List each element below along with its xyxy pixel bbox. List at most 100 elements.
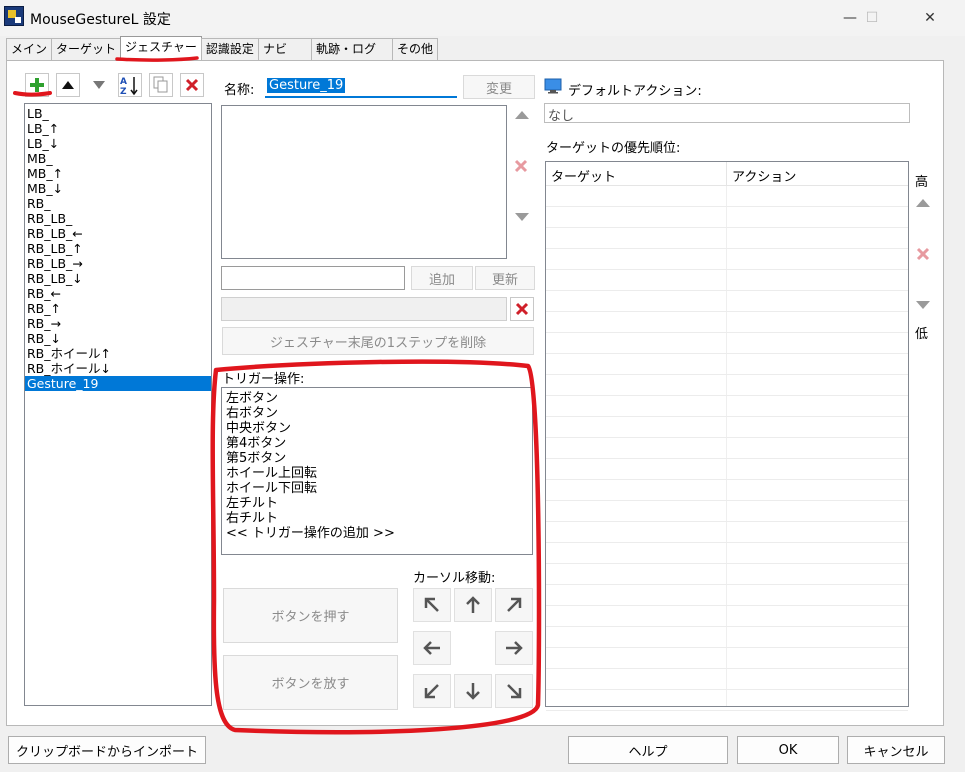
gesture-steps-list[interactable] (221, 105, 507, 259)
trigger-list-item[interactable]: 左ボタン (222, 391, 532, 406)
add-gesture-button[interactable] (25, 73, 49, 97)
column-header-action[interactable]: アクション (732, 166, 796, 185)
gesture-list[interactable]: LB_ LB_↑ LB_↓ MB_ MB_↑ MB_↓ RB_ RB_LB_ RB_LB_← RB… (24, 103, 212, 706)
priority-table[interactable]: ターゲット アクション (545, 161, 909, 711)
tab-other[interactable]: その他 (391, 38, 438, 60)
press-button[interactable]: ボタンを押す (223, 588, 398, 643)
tab-bar: メイン ターゲット ジェスチャー 認識設定 ナビ 軌跡・ログ その他 (6, 36, 438, 61)
cursor-right-button[interactable] (495, 631, 533, 665)
trigger-list-item[interactable]: 左チルト (222, 496, 532, 511)
table-row (546, 207, 908, 228)
cursor-down-button[interactable] (454, 674, 492, 708)
release-button[interactable]: ボタンを放す (223, 655, 398, 710)
move-down-button[interactable] (87, 73, 111, 97)
trigger-list-item[interactable]: ホイール上回転 (222, 466, 532, 481)
gesture-list-item[interactable]: RB_← (25, 286, 211, 301)
sort-az-icon: A Z (120, 77, 138, 96)
ok-button[interactable]: OK (737, 736, 839, 764)
maximize-button[interactable]: ☐ (849, 0, 895, 36)
tab-main[interactable]: メイン (6, 38, 53, 60)
gesture-list-item[interactable]: RB_LB_← (25, 226, 211, 241)
trigger-list-item[interactable]: ホイール下回転 (222, 481, 532, 496)
name-input[interactable]: Gesture_19 (265, 76, 457, 98)
table-row (546, 186, 908, 207)
gesture-list-item[interactable]: RB_LB_→ (25, 256, 211, 271)
close-window-button[interactable]: ✕ (907, 0, 953, 36)
default-action-label: デフォルトアクション: (568, 84, 702, 99)
delete-last-step-button[interactable]: ジェスチャー末尾の1ステップを削除 (222, 327, 534, 355)
table-row (546, 312, 908, 333)
cursor-up-left-button[interactable] (413, 588, 451, 622)
gesture-list-item[interactable]: RB_ホイール↑ (25, 346, 211, 361)
table-row (546, 606, 908, 627)
step-combo[interactable] (221, 297, 507, 321)
change-button[interactable]: 変更 (463, 75, 535, 99)
column-header-target[interactable]: ターゲット (551, 166, 616, 185)
tab-gesture[interactable]: ジェスチャー (120, 36, 202, 61)
tab-navi[interactable]: ナビ (257, 38, 312, 60)
trigger-list[interactable]: 左ボタン 右ボタン 中央ボタン 第4ボタン 第5ボタン ホイール上回転 ホイール下回転 左チル… (221, 387, 533, 555)
sort-button[interactable]: A Z (118, 73, 142, 97)
step-delete-button[interactable] (514, 159, 528, 177)
trigger-list-item[interactable]: 第4ボタン (222, 436, 532, 451)
trigger-list-item[interactable]: 中央ボタン (222, 421, 532, 436)
add-button[interactable]: 追加 (411, 266, 473, 290)
move-up-button[interactable] (56, 73, 80, 97)
gesture-list-item[interactable]: MB_↓ (25, 181, 211, 196)
gesture-list-item[interactable]: RB_↓ (25, 331, 211, 346)
gesture-list-item[interactable]: MB_ (25, 151, 211, 166)
default-action-field[interactable]: なし (544, 103, 910, 124)
trigger-list-item[interactable]: << トリガー操作の追加 >> (222, 526, 532, 541)
table-row (546, 249, 908, 270)
cursor-up-right-button[interactable] (495, 588, 533, 622)
gesture-list-item[interactable]: RB_→ (25, 316, 211, 331)
step-down-button[interactable] (513, 211, 531, 227)
combo-delete-button[interactable] (510, 297, 534, 321)
delete-x-icon (916, 247, 930, 261)
gesture-list-item[interactable]: RB_ (25, 196, 211, 211)
tab-trail-log[interactable]: 軌跡・ログ (310, 38, 393, 60)
gesture-list-item[interactable]: LB_ (25, 106, 211, 121)
default-action-value: なし (548, 109, 575, 124)
priority-label: ターゲットの優先順位: (546, 141, 681, 156)
priority-high-label: 高 (915, 175, 929, 190)
trigger-list-item[interactable]: 右ボタン (222, 406, 532, 421)
gesture-list-item[interactable]: RB_LB_ (25, 211, 211, 226)
table-row (546, 501, 908, 522)
import-clipboard-button[interactable]: クリップボードからインポート (8, 736, 206, 764)
table-row (546, 438, 908, 459)
copy-button[interactable] (149, 73, 173, 97)
table-row (546, 543, 908, 564)
trigger-list-item[interactable]: 第5ボタン (222, 451, 532, 466)
gesture-list-item[interactable]: Gesture_19 (25, 376, 211, 391)
trigger-list-item[interactable]: 右チルト (222, 511, 532, 526)
gesture-list-item[interactable]: RB_LB_↑ (25, 241, 211, 256)
gesture-list-item[interactable]: LB_↓ (25, 136, 211, 151)
gesture-list-item[interactable]: MB_↑ (25, 166, 211, 181)
priority-up-button[interactable] (914, 197, 932, 213)
update-button[interactable]: 更新 (475, 266, 535, 290)
gesture-list-item[interactable]: RB_LB_↓ (25, 271, 211, 286)
delete-x-icon (185, 78, 199, 92)
table-row (546, 564, 908, 585)
help-button[interactable]: ヘルプ (568, 736, 728, 764)
step-input[interactable] (221, 266, 405, 290)
table-row (546, 354, 908, 375)
arrow-down-icon (466, 683, 480, 700)
tab-recognition[interactable]: 認識設定 (200, 38, 259, 60)
gesture-list-item[interactable]: LB_↑ (25, 121, 211, 136)
cursor-down-left-button[interactable] (413, 674, 451, 708)
arrow-down-right-icon (507, 684, 522, 699)
priority-delete-button[interactable] (916, 247, 930, 265)
gesture-list-item[interactable]: RB_↑ (25, 301, 211, 316)
gesture-list-item[interactable]: RB_ホイール↓ (25, 361, 211, 376)
svg-text:Z: Z (120, 87, 127, 96)
cursor-down-right-button[interactable] (495, 674, 533, 708)
delete-gesture-button[interactable] (180, 73, 204, 97)
priority-down-button[interactable] (914, 299, 932, 315)
step-up-button[interactable] (513, 109, 531, 125)
tab-target[interactable]: ターゲット (51, 38, 122, 60)
cursor-left-button[interactable] (413, 631, 451, 665)
cancel-button[interactable]: キャンセル (847, 736, 945, 764)
cursor-up-button[interactable] (454, 588, 492, 622)
